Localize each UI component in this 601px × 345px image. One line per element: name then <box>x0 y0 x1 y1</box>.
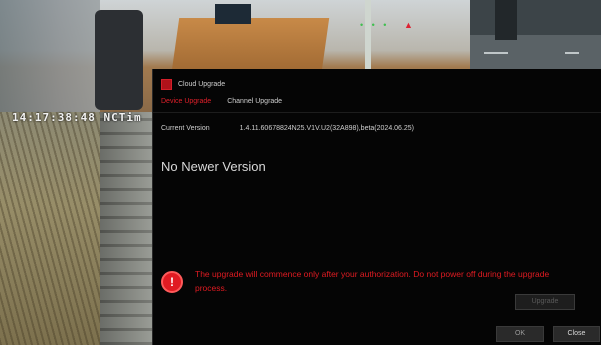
warning-message: The upgrade will commence only after you… <box>195 269 550 293</box>
upgrade-button[interactable]: Upgrade <box>515 294 575 310</box>
cloud-upgrade-checkbox[interactable] <box>161 79 172 90</box>
camera-tile-hallway[interactable] <box>470 0 601 70</box>
divider <box>153 112 601 113</box>
cloud-upgrade-dialog: Cloud Upgrade Device Upgrade Channel Upg… <box>152 69 601 345</box>
dialog-title-row: Cloud Upgrade <box>161 79 225 90</box>
upgrade-tabs: Device Upgrade Channel Upgrade <box>161 98 282 105</box>
alert-icon: ! <box>161 271 183 293</box>
camera-tile-building[interactable] <box>100 112 152 345</box>
camera-osd-timestamp: 14:17:38:48 NCTim <box>12 111 142 124</box>
tab-channel-upgrade[interactable]: Channel Upgrade <box>227 98 282 105</box>
current-version-value: 1.4.11.60678824N25.V1V.U2(32A898),beta(2… <box>239 125 415 132</box>
current-version-label: Current Version <box>161 125 210 132</box>
camera-tile-field[interactable] <box>0 112 100 345</box>
dialog-title: Cloud Upgrade <box>178 81 226 88</box>
tab-device-upgrade[interactable]: Device Upgrade <box>161 98 211 105</box>
close-button[interactable]: Close <box>553 326 600 342</box>
current-version-row: Current Version 1.4.11.60678824N25.V1V.U… <box>161 125 414 132</box>
warning-panel: ! The upgrade will commence only after y… <box>161 267 581 295</box>
status-message: No Newer Version <box>161 159 266 174</box>
ok-button[interactable]: OK <box>496 326 544 342</box>
